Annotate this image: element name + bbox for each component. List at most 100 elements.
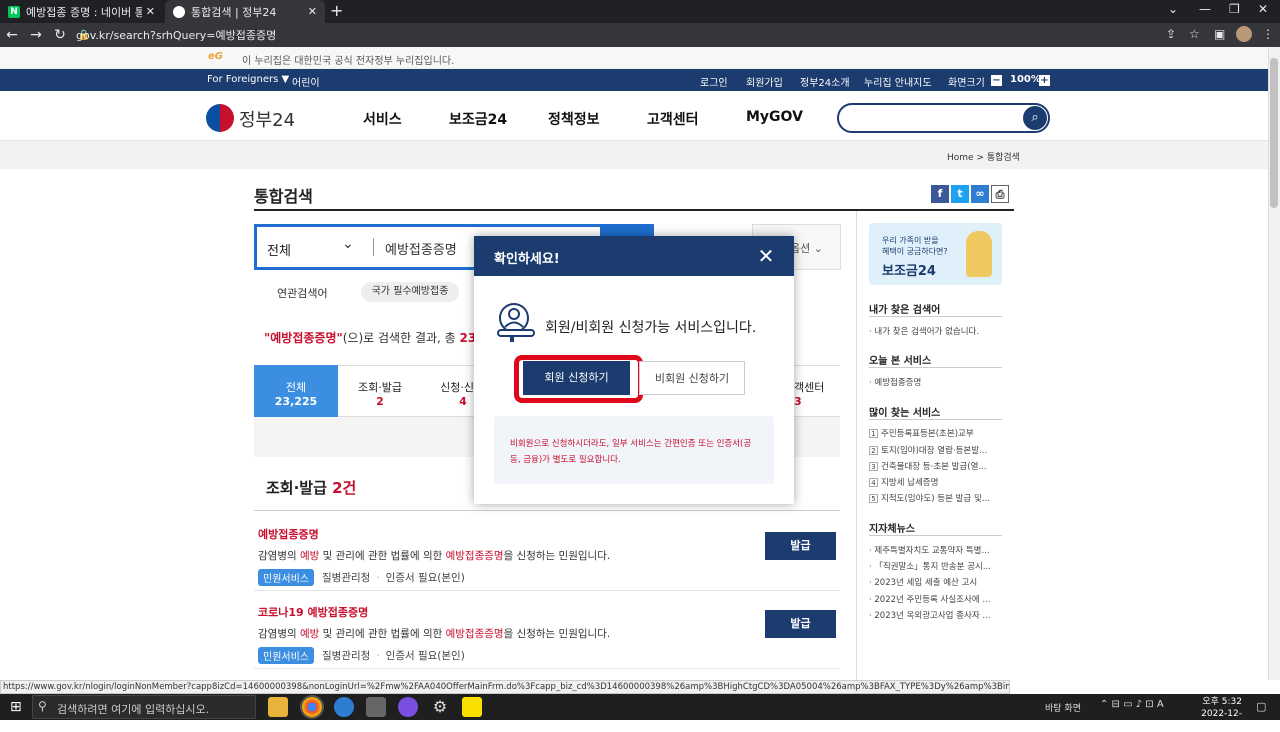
settings-gear-icon[interactable]: ⚙ [430,697,450,717]
for-foreigners-link[interactable]: For Foreigners ▼ [207,74,289,85]
news-item[interactable]: · 「직권말소」통지 반송분 공시... [869,560,1002,572]
item-auth: 인증서 필요(본인) [385,572,465,584]
tab-lookup-issue[interactable]: 조회·발급 2 [338,365,422,417]
link-icon[interactable]: ∞ [971,185,989,203]
item-org: 질병관리청 [322,572,371,584]
popular-item[interactable]: 4 지방세 납세증명 [869,476,1002,488]
header-search-input[interactable] [837,103,1050,133]
rank-badge: 1 [869,429,878,438]
login-link[interactable]: 로그인 [700,74,728,89]
share-icon[interactable]: ⇪ [1166,27,1176,41]
rank-badge: 4 [869,478,878,487]
subsidy-promo-banner[interactable]: 우리 가족이 받을 혜택이 궁금하다면? 보조금24 [869,223,1002,285]
status-bar-url: https://www.gov.kr/nlogin/loginNonMember… [0,680,1010,694]
gnb-customer-center[interactable]: 고객센터 [647,109,699,129]
gnb-policy[interactable]: 정책정보 [548,109,600,129]
tab-customer-center[interactable]: 객센터 3 [794,365,840,417]
notification-icon[interactable]: ▢ [1256,700,1266,713]
close-tab-icon[interactable]: ✕ [146,5,155,18]
browser-tab-naver[interactable]: N 예방접종 증명 : 네이버 통합검색 ✕ [0,0,163,23]
gnb-subsidy[interactable]: 보조금24 [449,109,507,129]
file-explorer-icon[interactable] [268,697,288,717]
popular-item[interactable]: 1 주민등록표등본(초본)교부 [869,427,1002,439]
nonmember-apply-button[interactable]: 비회원 신청하기 [639,361,745,395]
forward-icon[interactable]: → [24,27,48,43]
reload-icon[interactable]: ↻ [48,27,72,43]
today-viewed-item[interactable]: · 예방접종증명 [869,376,1002,388]
breadcrumb[interactable]: Home > 통합검색 [947,150,1020,163]
chevron-down-icon[interactable]: ⌄ [342,236,354,252]
popular-item[interactable]: 5 지적도(임야도) 등본 발급 및... [869,492,1002,504]
row-divider [254,590,840,591]
browser-tab-gov24[interactable]: 통합검색 | 정부24 ✕ [165,0,325,23]
tab-all[interactable]: 전체 23,225 [254,365,338,417]
news-item[interactable]: · 제주특별자치도 교통약자 특별... [869,544,1002,556]
zoom-out-button[interactable]: − [991,75,1002,86]
kakaotalk-icon[interactable] [462,697,482,717]
url-field[interactable]: gov.kr/search?srhQuery=예방접종증명 [76,27,276,43]
search-divider [373,238,374,256]
profile-avatar[interactable] [1236,26,1252,42]
desc-highlight: 예방 [299,628,320,640]
dialog-note: 비회원으로 신청하시더라도, 일부 서비스는 간편인증 또는 인증서(공동, 금… [510,439,752,465]
menu-kebab-icon[interactable]: ⋮ [1262,27,1274,41]
issue-button[interactable]: 발급 [765,610,836,638]
news-item[interactable]: · 2022년 주민등록 사실조사에 ... [869,593,1002,605]
facebook-icon[interactable]: f [931,185,949,203]
tray-icons[interactable]: ⌃ ⊟ ▭ ♪ ⊡ A [1100,699,1164,710]
app-icon[interactable] [398,697,418,717]
close-tab-icon[interactable]: ✕ [308,5,317,18]
tab-count: 4 [459,395,467,408]
signup-link[interactable]: 회원가입 [746,74,783,89]
related-keyword-chip[interactable]: 국가 필수예방접종 [361,282,459,302]
tab-title: 예방접종 증명 : 네이버 통합검색 [26,5,142,19]
sitemap-link[interactable]: 누리집 안내지도 [864,74,932,89]
service-badge: 민원서비스 [258,569,314,586]
zoom-in-button[interactable]: + [1039,75,1050,86]
print-icon[interactable]: ⎙ [991,185,1009,203]
popular-item[interactable]: 2 토지(임야)대장 열람·등본발... [869,444,1002,456]
taskbar-clock[interactable]: 오후 5:32 2022-12-16 [1192,696,1242,732]
tray-desktop-label[interactable]: 바탕 화면 [1045,701,1081,714]
twitter-icon[interactable]: t [951,185,969,203]
tab-apply[interactable]: 신청·신 4 [422,365,474,417]
about-link[interactable]: 정부24소개 [800,74,850,89]
section-count: 2건 [332,479,357,497]
edge-icon[interactable] [334,697,354,717]
gov24-logo-icon[interactable] [206,104,234,132]
kids-link[interactable]: 어린이 [292,74,320,89]
side-panel-icon[interactable]: ▣ [1214,27,1225,41]
search-input[interactable]: 예방접종증명 [385,239,457,258]
windows-start-icon[interactable]: ⊞ [10,699,22,715]
item-title[interactable]: 코로나19 예방접종증명 [258,604,838,620]
item-title[interactable]: 예방접종증명 [258,526,838,542]
tab-search-icon[interactable]: ⌄ [1168,2,1178,16]
back-icon[interactable]: ← [0,27,24,43]
chrome-icon[interactable] [300,695,324,719]
close-window-icon[interactable]: ✕ [1258,2,1268,16]
news-item[interactable]: · 2023년 세입 세출 예산 고시 [869,576,1002,588]
scrollbar-thumb[interactable] [1270,58,1278,208]
gnb-mygov[interactable]: MyGOV [746,109,803,125]
list-item: 예방접종증명 감염병의 예방 및 관리에 관한 법률에 의한 예방접종증명을 신… [258,526,838,586]
search-icon[interactable]: ⌕ [1023,106,1047,130]
new-tab-button[interactable]: + [330,1,343,20]
gnb-service[interactable]: 서비스 [363,109,402,129]
taskbar-search-placeholder: 검색하려면 여기에 입력하십시오. [57,703,210,716]
restore-icon[interactable]: ❐ [1229,2,1240,16]
site-logo-text[interactable]: 정부24 [239,106,295,132]
bookmark-star-icon[interactable]: ☆ [1189,27,1200,41]
search-scope-select[interactable]: 전체 [267,240,291,259]
official-site-notice: eG 이 누리집은 대한민국 공식 전자정부 누리집입니다. [0,47,1268,69]
news-item[interactable]: · 2023년 옥외광고사업 종사자 ... [869,609,1002,621]
popular-item[interactable]: 3 건축물대장 등·초본 발급(열... [869,460,1002,472]
related-keywords-label: 연관검색어 [277,287,328,300]
result-query: "예방접종증명" [264,331,343,345]
close-icon[interactable]: ✕ [756,244,776,268]
desc-text: 을 신청하는 민원입니다. [503,550,611,562]
issue-button[interactable]: 발급 [765,532,836,560]
popular-item-label: 지방세 납세증명 [881,478,939,488]
dialog-title: 확인하세요! [494,252,560,267]
app-icon[interactable] [366,697,386,717]
minimize-icon[interactable]: — [1199,2,1211,16]
